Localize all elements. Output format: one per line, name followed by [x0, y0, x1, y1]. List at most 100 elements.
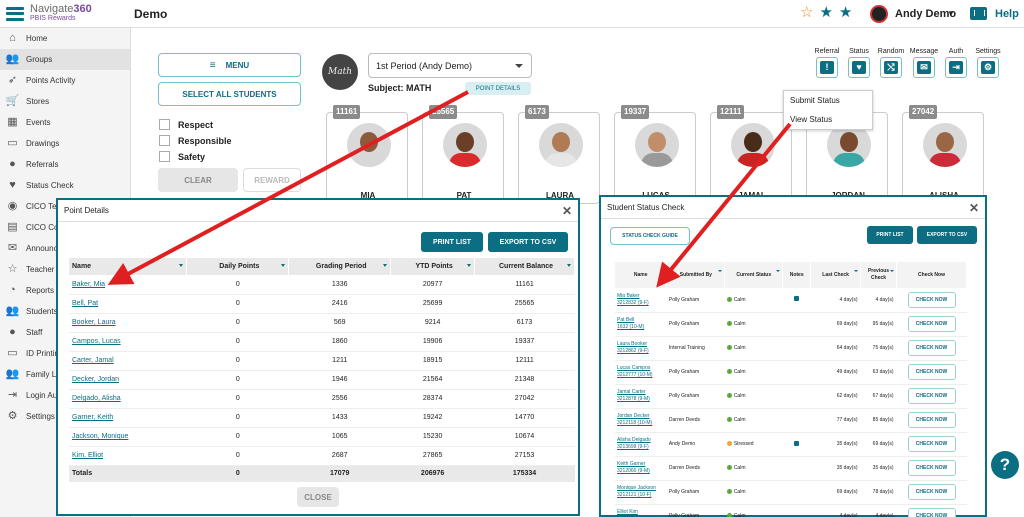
sidebar-item-groups[interactable]: 👥 Groups [0, 49, 130, 70]
note-icon[interactable] [794, 296, 800, 302]
behavior-safety[interactable]: Safety [159, 151, 205, 162]
column-header[interactable]: Name [69, 258, 188, 275]
period-select[interactable]: 1st Period (Andy Demo) [368, 53, 532, 78]
close-button[interactable]: CLOSE [297, 487, 339, 507]
student-id-link[interactable]: 3213699 (9-F) [615, 444, 667, 451]
chevron-down-icon[interactable]: ▼ [947, 9, 955, 18]
tool-message[interactable]: Message ✉ [907, 48, 941, 78]
student-name-link[interactable]: Alisha Delgado [615, 437, 667, 444]
sidebar-item-referrals[interactable]: ● Referrals [0, 154, 130, 175]
sort-caret-icon[interactable] [718, 270, 723, 272]
sort-caret-icon[interactable] [383, 264, 388, 267]
column-header[interactable]: Last Check [810, 262, 862, 288]
check-now-button[interactable]: CHECK NOW [907, 291, 956, 308]
student-name-link[interactable]: Booker, Laura [69, 319, 116, 326]
sort-caret-icon[interactable] [854, 270, 859, 272]
menu-item-submit-status[interactable]: Submit Status [784, 91, 872, 110]
tool-status[interactable]: Status ♥ [842, 48, 876, 78]
sidebar-item-status-check[interactable]: ♥ Status Check [0, 175, 130, 196]
student-name-link[interactable]: Jamal Carter [615, 389, 667, 396]
sidebar-item-home[interactable]: ⌂ Home [0, 28, 130, 49]
select-all-students-button[interactable]: SELECT ALL STUDENTS [158, 82, 301, 106]
student-card[interactable]: 27042ALISHA [902, 105, 984, 204]
student-name-link[interactable]: Delgado, Alisha [69, 395, 121, 402]
student-id-link[interactable]: 3212862 (9-F) [615, 348, 667, 355]
column-header[interactable]: Submitted By [666, 262, 726, 288]
check-now-button[interactable]: CHECK NOW [907, 412, 956, 428]
student-card[interactable]: 12111JAMAL [710, 105, 792, 204]
check-now-button[interactable]: CHECK NOW [907, 388, 956, 404]
student-name-link[interactable]: Mia Baker [615, 293, 667, 300]
check-now-button[interactable]: CHECK NOW [907, 436, 956, 452]
student-name-link[interactable]: Laura Booker [615, 341, 667, 348]
sort-caret-icon[interactable] [776, 270, 781, 272]
student-name-link[interactable]: Garner, Keith [69, 414, 113, 421]
menu-button[interactable]: ≡ MENU [158, 53, 301, 77]
check-now-button[interactable]: CHECK NOW [907, 340, 956, 356]
student-id-link[interactable]: 1632 (10-M) [615, 324, 667, 331]
checkbox[interactable] [159, 119, 170, 130]
student-name-link[interactable]: Kim, Elliot [69, 452, 103, 459]
user-avatar[interactable] [870, 5, 888, 23]
student-name-link[interactable]: Campos, Lucas [69, 338, 121, 345]
sort-caret-icon[interactable] [179, 264, 184, 267]
student-name-link[interactable]: Keith Garner [615, 461, 667, 468]
student-id-link[interactable]: 3212060 (9-M) [615, 468, 667, 475]
student-name-link[interactable]: Jordan Decker [615, 413, 667, 420]
behavior-respect[interactable]: Respect [159, 119, 213, 130]
student-id-link[interactable]: 3212878 (9-M) [615, 396, 667, 403]
student-card[interactable]: 11161 MIA [326, 105, 408, 204]
student-name-link[interactable]: Lucas Campos [615, 365, 667, 372]
student-id-link[interactable]: 3212118 (10-M) [615, 420, 667, 427]
column-header[interactable]: YTD Points [390, 258, 476, 275]
check-now-button[interactable]: CHECK NOW [907, 508, 956, 517]
print-list-button[interactable]: PRINT LIST [421, 232, 483, 252]
student-card[interactable]: 6173 LAURA [518, 105, 600, 204]
check-now-button[interactable]: CHECK NOW [907, 316, 956, 332]
tool-button[interactable]: ⤭ [880, 57, 902, 78]
check-now-button[interactable]: CHECK NOW [907, 364, 956, 380]
column-header[interactable]: Grading Period [288, 258, 392, 275]
check-now-button[interactable]: CHECK NOW [907, 460, 956, 476]
student-id-link[interactable]: 3212832 (9-F) [615, 300, 667, 307]
column-header[interactable]: Current Balance [474, 258, 575, 275]
help-question-button[interactable]: ? [991, 451, 1019, 479]
note-icon[interactable] [794, 440, 800, 446]
student-card[interactable]: 19337LUCAS [614, 105, 696, 204]
star-icon[interactable]: ★ [839, 5, 852, 20]
sort-caret-icon[interactable] [467, 264, 472, 267]
column-header[interactable]: Notes [782, 262, 812, 288]
help-book-icon[interactable] [970, 7, 987, 20]
point-details-link[interactable]: POINT DETAILS [465, 82, 531, 95]
reward-button[interactable]: REWARD [243, 168, 301, 192]
star-outline-icon[interactable]: ☆ [800, 5, 813, 20]
sort-caret-icon[interactable] [281, 264, 286, 267]
close-icon[interactable]: ✕ [969, 201, 979, 215]
sidebar-item-events[interactable]: ▦ Events [0, 112, 130, 133]
tool-button[interactable]: ♥ [848, 57, 870, 78]
student-id-link[interactable]: 3212121 (10-F) [615, 492, 667, 499]
student-card[interactable]: 25565 PAT [422, 105, 504, 204]
student-name-link[interactable]: Decker, Jordan [69, 376, 119, 383]
behavior-responsible[interactable]: Responsible [159, 135, 232, 146]
star-icon[interactable]: ★ [819, 5, 832, 20]
tool-button[interactable]: ✉ [913, 57, 935, 78]
sidebar-item-drawings[interactable]: ▭ Drawings [0, 133, 130, 154]
sidebar-item-points-activity[interactable]: ➶ Points Activity [0, 70, 130, 91]
status-check-guide-button[interactable]: STATUS CHECK GUIDE [610, 227, 690, 245]
help-link[interactable]: Help [995, 8, 1019, 20]
close-icon[interactable]: ✕ [562, 204, 572, 218]
student-name-link[interactable]: Bell, Pat [69, 300, 98, 307]
tool-settings[interactable]: Settings ⚙ [971, 48, 1005, 78]
clear-button[interactable]: CLEAR [158, 168, 238, 192]
student-name-link[interactable]: Jackson, Monique [69, 433, 128, 440]
menu-item-view-status[interactable]: View Status [784, 110, 872, 129]
tool-button[interactable]: ⇥ [945, 57, 967, 78]
tool-auth[interactable]: Auth ⇥ [939, 48, 973, 78]
tool-random[interactable]: Random ⤭ [874, 48, 908, 78]
sort-caret-icon[interactable] [567, 264, 571, 267]
student-id-link[interactable]: 3212777 (10-M) [615, 372, 667, 379]
tool-button[interactable]: ! [816, 57, 838, 78]
checkbox[interactable] [159, 151, 170, 162]
export-csv-button[interactable]: EXPORT TO CSV [917, 226, 977, 244]
